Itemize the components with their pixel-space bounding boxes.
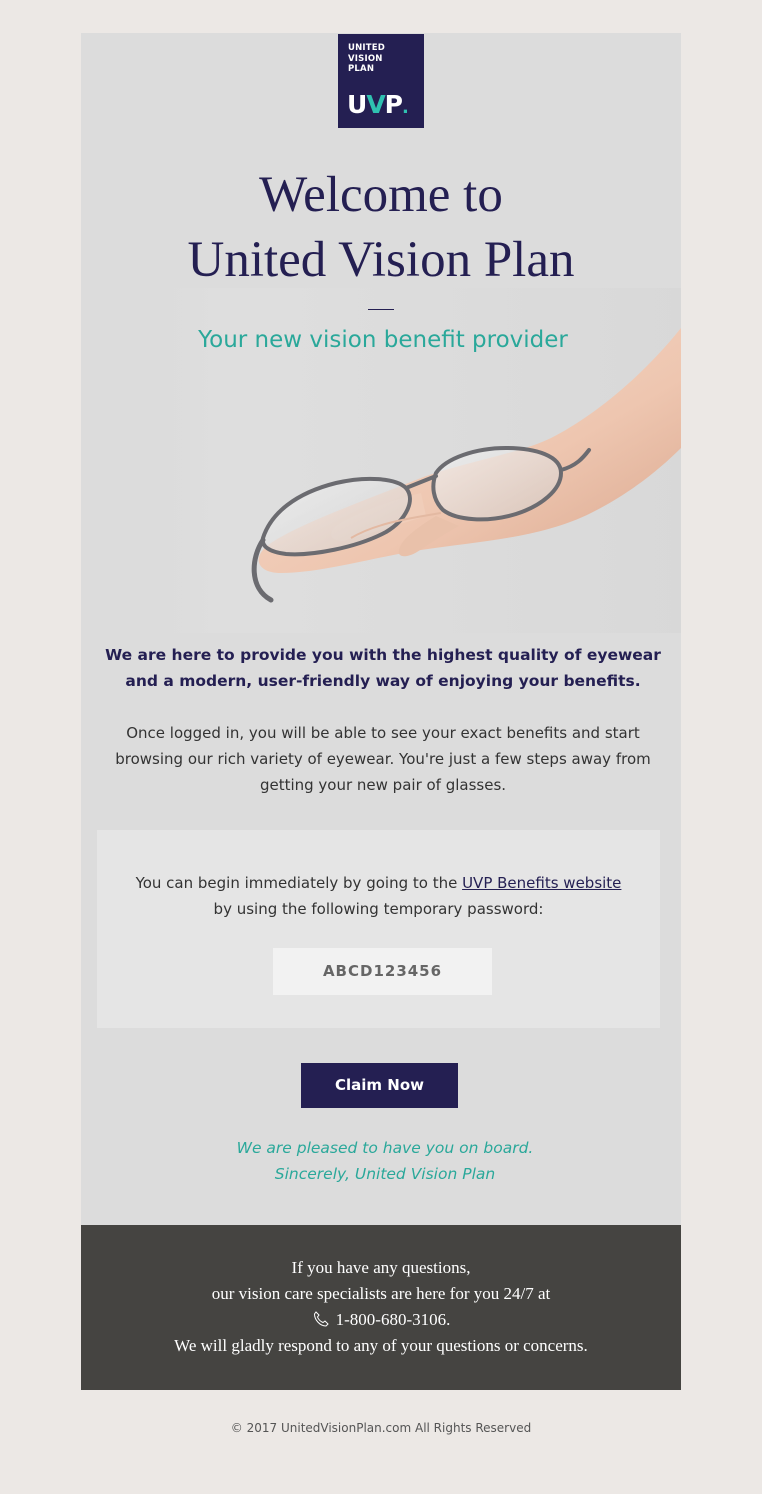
password-panel: You can begin immediately by going to th… [97,830,660,1028]
logo-wordmark: UNITED VISION PLAN [348,43,386,74]
phone-number-link[interactable]: 1-800-680-3106. [336,1310,451,1329]
title-line-1: Welcome to [259,167,503,223]
email-card: UNITED VISION PLAN UVP. Welcome to Unite… [81,33,681,1225]
copyright: © 2017 UnitedVisionPlan.com All Rights R… [230,1421,532,1435]
uvp-logo[interactable]: UNITED VISION PLAN UVP. [338,34,424,128]
title-divider [368,309,394,310]
password-instructions: You can begin immediately by going to th… [97,870,660,922]
instructions-text: You can begin immediately by going to th… [135,874,463,892]
logo-monogram: UVP. [347,90,409,119]
footer: If you have any questions, our vision ca… [81,1225,681,1390]
uvp-benefits-link[interactable]: UVP Benefits website [462,874,621,892]
temporary-password-box[interactable]: ABCD123456 [273,948,492,995]
intro-lead-text: We are here to provide you with the high… [105,646,661,690]
page-title: Welcome to United Vision Plan [81,163,681,293]
intro-body-text: Once logged in, you will be able to see … [115,724,651,794]
signoff: We are pleased to have you on board. Sin… [81,1135,681,1187]
footer-line-4: We will gladly respond to any of your qu… [174,1336,588,1355]
title-line-2: United Vision Plan [187,232,575,288]
phone-icon [312,1309,330,1327]
subtitle: Your new vision benefit provider [198,327,568,353]
footer-line-2: our vision care specialists are here for… [211,1284,551,1303]
signoff-line-2: Sincerely, United Vision Plan [274,1165,496,1183]
instructions-text-2: by using the following temporary passwor… [213,900,544,918]
signoff-line-1: We are pleased to have you on board. [236,1139,534,1157]
footer-line-1: If you have any questions, [291,1258,471,1277]
claim-now-button[interactable]: Claim Now [301,1063,458,1108]
footer-text: If you have any questions, our vision ca… [81,1255,681,1359]
